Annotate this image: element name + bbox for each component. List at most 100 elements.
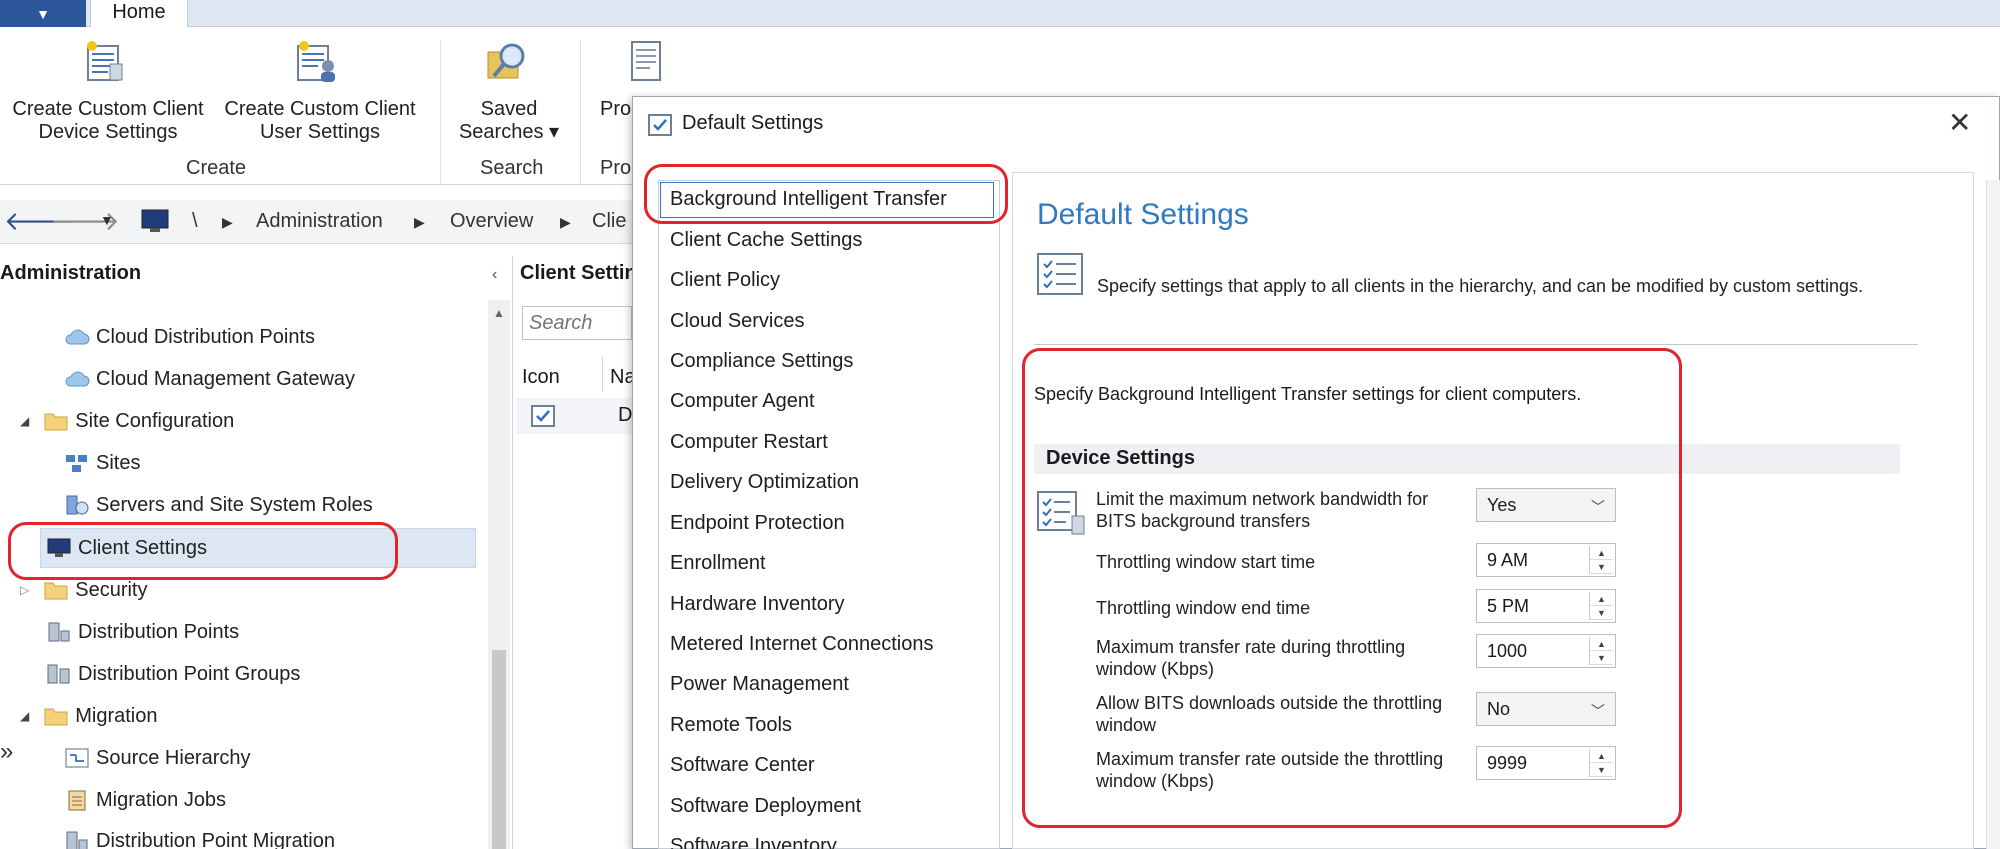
ribbon-separator [440,40,441,185]
table-cell-name: D [618,404,633,426]
server-icon [66,831,88,849]
tree-item-servers-and-site-system-roles[interactable]: Servers and Site System Roles [64,490,373,520]
button-label-line1: Saved [480,98,538,120]
chevron-down-icon: ▼ [36,5,50,22]
settings-list-icon [1037,253,1083,295]
chevron-down-icon[interactable]: ▼ [100,212,114,228]
close-icon[interactable]: ✕ [1948,106,1971,139]
category-software-center[interactable]: Software Center [670,754,815,777]
button-label-line2: Searches ▾ [458,121,560,143]
ribbon-tab-strip [0,0,2000,27]
pane-divider [512,256,513,849]
category-client-policy[interactable]: Client Policy [670,269,780,292]
search-input[interactable] [522,306,632,340]
column-header-icon[interactable]: Icon [522,366,560,389]
highlight-bits-category [644,164,1008,224]
server-icon [48,622,70,642]
category-enrollment[interactable]: Enrollment [670,552,766,575]
create-custom-client-device-settings-button[interactable]: Create Custom Client Device Settings [6,98,210,144]
client-device-settings-icon [87,41,123,81]
expanded-triangle-icon[interactable]: ◢ [20,709,29,723]
tree-item-label: Distribution Points [78,620,240,643]
settings-check-icon [531,405,555,427]
saved-searches-button[interactable]: Saved Searches ▾ [446,98,572,144]
hierarchy-icon [65,748,89,768]
sites-icon [66,455,87,472]
category-client-cache-settings[interactable]: Client Cache Settings [670,229,862,252]
tree-item-site-configuration[interactable]: ◢ Site Configuration [20,406,234,436]
folder-icon [44,413,68,431]
computer-icon [141,209,169,232]
cloud-icon [65,371,90,387]
category-delivery-optimization[interactable]: Delivery Optimization [670,471,859,494]
tree-item-distribution-point-migration[interactable]: Distribution Point Migration [64,826,335,849]
category-compliance-settings[interactable]: Compliance Settings [670,350,853,373]
divider [1034,344,1918,345]
cloud-icon [65,329,90,345]
collapse-pane-icon[interactable]: ‹ [492,266,497,284]
tree-item-cloud-management-gateway[interactable]: Cloud Management Gateway [64,364,355,394]
breadcrumb-administration[interactable]: Administration [256,210,383,233]
expanded-triangle-icon[interactable]: ◢ [20,414,29,428]
tree-item-label: Distribution Point Groups [78,662,301,685]
nav-scrollbar-thumb[interactable] [492,650,506,849]
tree-item-cloud-distribution-points[interactable]: Cloud Distribution Points [64,322,315,352]
tree-item-label: Source Hierarchy [96,746,251,769]
tab-home[interactable]: Home [90,0,188,28]
ribbon-group-properties-label: Pro [600,157,632,179]
settings-check-icon [648,114,672,136]
tree-item-label: Migration [75,704,158,727]
panel-title: Default Settings [1037,198,1249,231]
collapsed-triangle-icon[interactable]: ▷ [20,583,29,597]
tree-item-sites[interactable]: Sites [64,448,140,478]
expand-pane-icon[interactable]: » [0,738,13,766]
tree-item-label: Sites [96,451,141,474]
breadcrumb-overview[interactable]: Overview [450,210,533,233]
create-custom-client-user-settings-button[interactable]: Create Custom Client User Settings [218,98,422,144]
tree-item-label: Cloud Distribution Points [96,325,315,348]
breadcrumb-root[interactable]: \ [192,210,198,233]
tree-item-label: Cloud Management Gateway [96,367,356,390]
tree-item-distribution-point-groups[interactable]: Distribution Point Groups [46,659,300,689]
breadcrumb-separator-icon: ▶ [414,214,425,230]
ribbon-group-search-label: Search [480,157,544,179]
server-group-icon [47,664,70,684]
tree-item-label: Servers and Site System Roles [96,493,373,516]
panel-description: Specify settings that apply to all clien… [1097,276,1864,296]
category-metered-internet-connections[interactable]: Metered Internet Connections [670,633,934,656]
tree-item-migration[interactable]: ◢ Migration [20,701,158,731]
ribbon-separator [580,40,581,185]
list-pane-header: Client Settin [520,262,637,284]
ribbon-group-create-label: Create [186,157,247,179]
highlight-client-settings [8,522,398,580]
category-software-deployment[interactable]: Software Deployment [670,795,861,818]
saved-searches-icon [487,43,525,79]
category-power-management[interactable]: Power Management [670,673,849,696]
tree-item-label: Migration Jobs [96,788,227,811]
folder-icon [44,582,68,600]
column-divider [602,356,603,392]
tree-item-source-hierarchy[interactable]: Source Hierarchy [64,743,251,773]
category-remote-tools[interactable]: Remote Tools [670,714,792,737]
button-label-line2: Device Settings [38,121,178,143]
breadcrumb-separator-icon: ▶ [560,214,571,230]
button-label-line2: User Settings [259,121,381,143]
tree-item-label: Distribution Point Migration [96,829,335,849]
category-hardware-inventory[interactable]: Hardware Inventory [670,593,845,616]
tree-item-label: Security [75,578,148,601]
file-tab[interactable]: ▼ [0,0,86,27]
server-roles-icon [66,495,89,515]
scroll-up-icon[interactable]: ▲ [493,306,505,320]
tree-item-distribution-points[interactable]: Distribution Points [46,617,239,647]
tree-item-migration-jobs[interactable]: Migration Jobs [64,785,226,815]
breadcrumb-client-settings[interactable]: Clie [592,210,626,233]
button-label-line1: Create Custom Client [12,98,204,120]
category-endpoint-protection[interactable]: Endpoint Protection [670,512,845,535]
category-software-inventory[interactable]: Software Inventory [670,835,837,849]
jobs-icon [68,790,86,811]
nav-pane-header: Administration [0,262,142,284]
category-computer-restart[interactable]: Computer Restart [670,431,828,454]
category-cloud-services[interactable]: Cloud Services [670,310,805,333]
right-edge-strip [1986,180,2000,849]
category-computer-agent[interactable]: Computer Agent [670,390,815,413]
